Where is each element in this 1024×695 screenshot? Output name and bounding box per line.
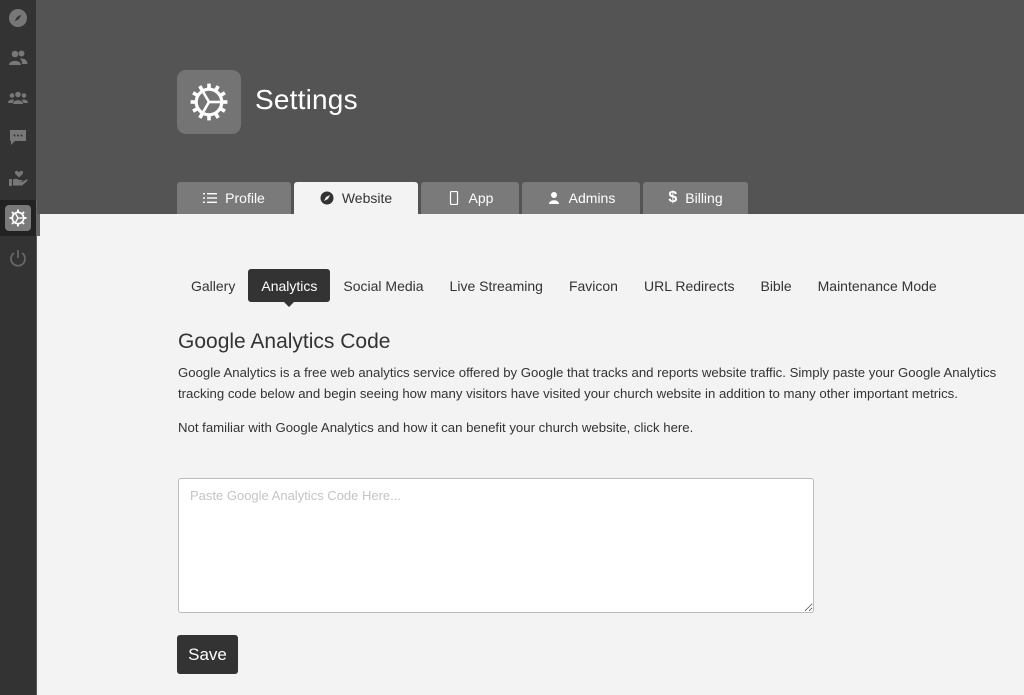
user-icon xyxy=(548,192,559,204)
header-icon-box xyxy=(177,70,241,134)
tab-label: Billing xyxy=(685,190,723,206)
power-icon xyxy=(10,250,26,267)
website-subnav: Gallery Analytics Social Media Live Stre… xyxy=(178,269,950,307)
users-icon xyxy=(9,50,28,65)
sidebar-item-logout[interactable] xyxy=(0,240,36,276)
section-description: Google Analytics is a free web analytics… xyxy=(178,365,997,401)
help-link[interactable]: Not familiar with Google Analytics and h… xyxy=(178,420,693,435)
tab-label: Website xyxy=(341,190,393,206)
analytics-section: Google Analytics Code Google Analytics i… xyxy=(178,330,1018,438)
tab-label: Admins xyxy=(568,190,616,206)
sidebar-item-website[interactable] xyxy=(0,0,36,36)
help-text: Not familiar with Google Analytics and h… xyxy=(178,417,1014,438)
section-title: Google Analytics Code xyxy=(178,330,391,353)
sidebar-item-people[interactable] xyxy=(0,40,36,76)
tab-profile[interactable]: Profile xyxy=(177,182,291,214)
settings-icon-box xyxy=(5,205,31,231)
subnav-analytics[interactable]: Analytics xyxy=(248,269,331,307)
subnav-social-media[interactable]: Social Media xyxy=(330,269,436,302)
tab-billing[interactable]: $ Billing xyxy=(643,182,748,214)
page-header: Settings Profile Website App Admins $ Bi… xyxy=(37,0,1024,214)
gear-icon xyxy=(190,83,228,121)
tab-label: App xyxy=(468,190,494,206)
subnav-live-streaming[interactable]: Live Streaming xyxy=(437,269,556,302)
subnav-favicon[interactable]: Favicon xyxy=(556,269,631,302)
sidebar-item-groups[interactable] xyxy=(0,80,36,116)
groups-icon xyxy=(8,91,28,104)
gear-icon xyxy=(9,209,27,227)
sidebar xyxy=(0,0,41,695)
mobile-icon xyxy=(449,191,458,205)
sidebar-item-settings[interactable] xyxy=(0,200,41,236)
save-button[interactable]: Save xyxy=(177,635,238,674)
compass-icon xyxy=(320,191,334,205)
page-title: Settings xyxy=(255,84,358,115)
tab-label: Profile xyxy=(225,190,265,206)
subnav-gallery[interactable]: Gallery xyxy=(178,269,248,302)
tab-website[interactable]: Website xyxy=(294,182,418,214)
tab-app[interactable]: App xyxy=(421,182,519,214)
sidebar-item-giving[interactable] xyxy=(0,160,36,196)
sidebar-item-messages[interactable] xyxy=(0,119,36,155)
compass-icon xyxy=(9,9,27,27)
chat-icon xyxy=(10,130,26,145)
giving-icon xyxy=(9,170,28,186)
list-icon xyxy=(203,193,218,203)
subnav-bible[interactable]: Bible xyxy=(747,269,804,302)
tab-admins[interactable]: Admins xyxy=(522,182,640,214)
dollar-icon: $ xyxy=(668,189,678,206)
subnav-maintenance-mode[interactable]: Maintenance Mode xyxy=(805,269,950,302)
analytics-code-input[interactable] xyxy=(178,478,814,613)
settings-tabs: Profile Website App Admins $ Billing xyxy=(177,182,748,214)
subnav-url-redirects[interactable]: URL Redirects xyxy=(631,269,748,302)
